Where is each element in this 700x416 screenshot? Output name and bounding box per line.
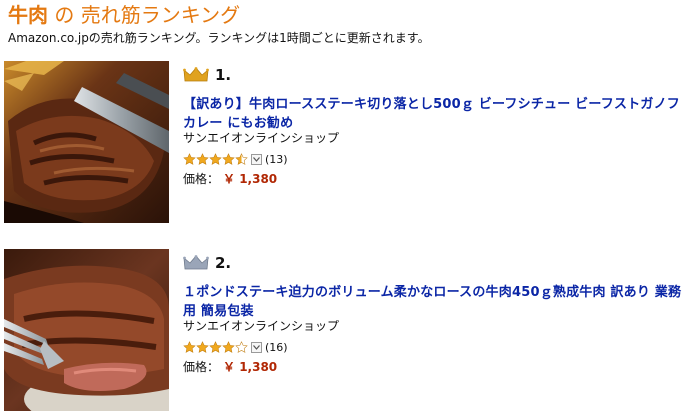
steak-photo — [4, 61, 169, 223]
star-icon — [183, 152, 196, 166]
star-icon — [183, 340, 196, 354]
empty-star-icon — [235, 340, 248, 354]
rating-row: (13) — [183, 151, 288, 167]
price-row: 価格： ￥ 1,380 — [183, 171, 277, 187]
rating-dropdown-button[interactable] — [251, 341, 262, 353]
price-value: ￥ 1,380 — [223, 360, 278, 374]
page-title: 牛肉 の 売れ筋ランキング — [8, 2, 240, 28]
price-value: ￥ 1,380 — [223, 172, 278, 186]
product-title-link[interactable]: １ポンドステーキ迫力のボリューム柔かなロースの牛肉450ｇ熟成牛肉 訳あり 業務… — [183, 283, 688, 321]
steak-photo — [4, 249, 169, 411]
price-row: 価格： ￥ 1,380 — [183, 359, 277, 375]
star-icon — [209, 152, 222, 166]
seller-name: サンエイオンラインショップ — [183, 319, 340, 333]
rank-number: 2. — [215, 254, 232, 272]
seller-name: サンエイオンラインショップ — [183, 131, 340, 145]
star-icon — [209, 340, 222, 354]
ranking-description: Amazon.co.jpの売れ筋ランキング。ランキングは1時間ごとに更新されます… — [8, 31, 430, 45]
category-name: 牛肉 — [8, 3, 48, 27]
rating-row: (16) — [183, 339, 288, 355]
star-icon — [196, 340, 209, 354]
ranking-item: 2. １ポンドステーキ迫力のボリューム柔かなロースの牛肉450ｇ熟成牛肉 訳あり… — [0, 246, 700, 416]
rating-dropdown-button[interactable] — [251, 153, 262, 165]
crown-icon — [183, 67, 209, 83]
product-title-link[interactable]: 【訳あり】牛肉ロースステーキ切り落とし500ｇ ビーフシチュー ビーフストガノフ… — [183, 95, 688, 133]
price-label: 価格： — [183, 360, 220, 374]
review-count-link[interactable]: (16) — [265, 341, 288, 354]
review-count-link[interactable]: (13) — [265, 153, 288, 166]
crown-icon — [183, 255, 209, 271]
chevron-down-icon — [253, 344, 260, 350]
star-rating[interactable] — [183, 152, 248, 166]
star-icon — [196, 152, 209, 166]
page-title-suffix: の 売れ筋ランキング — [48, 3, 241, 27]
chevron-down-icon — [253, 156, 260, 162]
product-image[interactable] — [4, 61, 169, 223]
review-count-value: 16 — [269, 340, 284, 354]
star-rating[interactable] — [183, 340, 248, 354]
rank-number: 1. — [215, 66, 232, 84]
ranking-item: 1. 【訳あり】牛肉ロースステーキ切り落とし500ｇ ビーフシチュー ビーフスト… — [0, 58, 700, 228]
product-image[interactable] — [4, 249, 169, 411]
price-label: 価格： — [183, 172, 220, 186]
rank-badge: 2. — [183, 251, 231, 275]
rank-badge: 1. — [183, 63, 231, 87]
review-count-value: 13 — [269, 152, 284, 166]
star-icon — [222, 340, 235, 354]
star-icon — [222, 152, 235, 166]
half-star-icon — [235, 152, 248, 166]
